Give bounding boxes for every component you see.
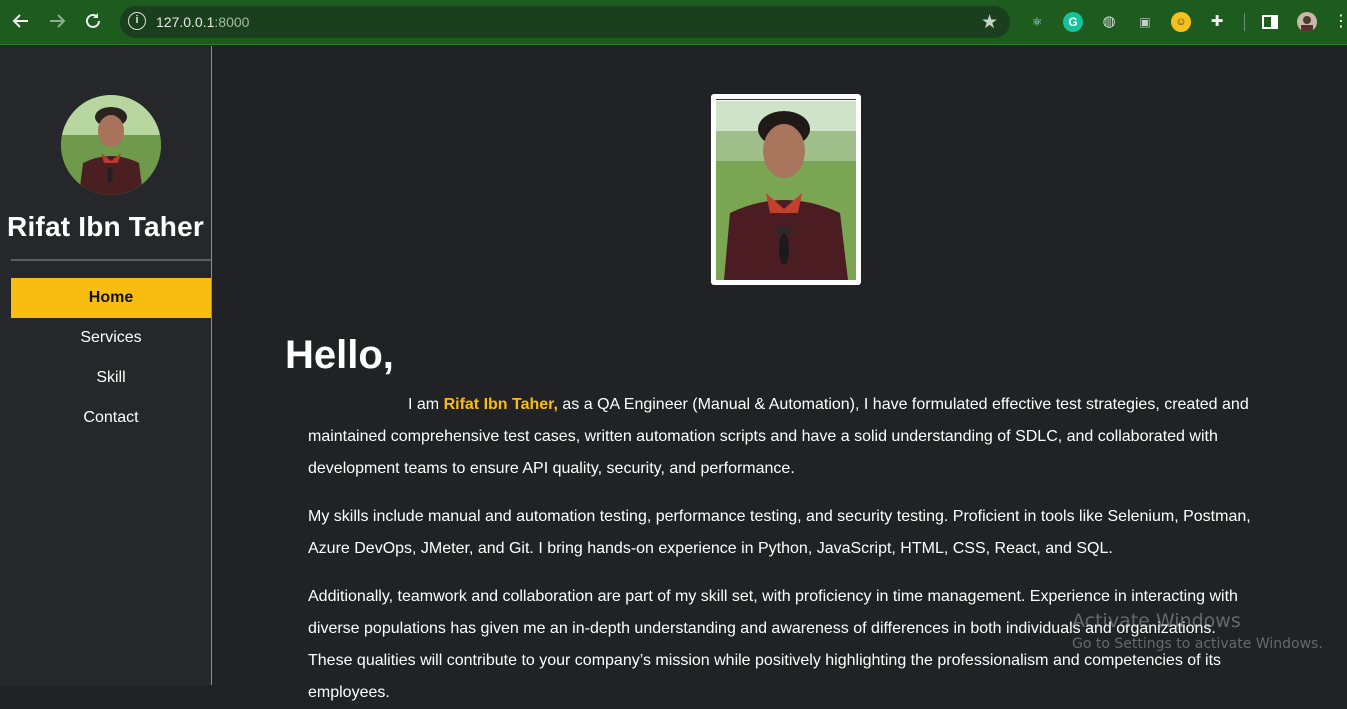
- main-content: Hello, I am Rifat Ibn Taher, as a QA Eng…: [212, 46, 1347, 701]
- profile-photo-card: [711, 94, 861, 285]
- intro-prefix: I am: [408, 396, 444, 413]
- highlight-name: Rifat Ibn Taher,: [443, 396, 558, 413]
- nav-contact[interactable]: Contact: [11, 398, 211, 438]
- skills-paragraph: My skills include manual and automation …: [308, 508, 1251, 557]
- activation-watermark-title: Activate Windows: [1072, 610, 1241, 632]
- sidebar: Rifat Ibn Taher Home Services Skill Cont…: [0, 46, 212, 685]
- toolbar-divider: [1244, 13, 1245, 31]
- address-bar[interactable]: i 127.0.0.1:8000 ★: [120, 6, 1010, 38]
- back-icon[interactable]: [9, 9, 33, 33]
- emoji-extension-icon[interactable]: ☺: [1171, 12, 1191, 32]
- profile-name: Rifat Ibn Taher: [7, 211, 204, 242]
- sidebar-menu: Home Services Skill Contact: [11, 278, 211, 438]
- photo-top-line: [716, 99, 856, 100]
- intro-paragraph: I am Rifat Ibn Taher, as a QA Engineer (…: [308, 389, 1258, 485]
- reload-icon[interactable]: [81, 9, 105, 33]
- forward-icon[interactable]: [45, 9, 69, 33]
- nav-home[interactable]: Home: [11, 278, 211, 318]
- extensions-puzzle-icon[interactable]: ✚: [1207, 12, 1227, 32]
- sidebar-divider: [11, 259, 211, 261]
- url-text: 127.0.0.1:8000: [156, 14, 250, 30]
- globe-extension-icon[interactable]: ◍: [1099, 12, 1119, 32]
- bookmark-star-icon[interactable]: ★: [981, 11, 998, 34]
- camera-extension-icon[interactable]: ▣: [1135, 12, 1155, 32]
- profile-avatar[interactable]: [1297, 12, 1317, 32]
- react-devtools-icon[interactable]: ⚛: [1027, 12, 1047, 32]
- side-panel-icon[interactable]: [1260, 12, 1280, 32]
- grammarly-icon[interactable]: G: [1063, 12, 1083, 32]
- nav-services[interactable]: Services: [11, 318, 211, 358]
- browser-toolbar: i 127.0.0.1:8000 ★ ⚛ G ◍ ▣ ☺ ✚ ⋮: [0, 0, 1347, 45]
- nav-skill[interactable]: Skill: [11, 358, 211, 398]
- greeting-heading: Hello,: [285, 333, 394, 377]
- site-info-icon[interactable]: i: [128, 12, 146, 30]
- profile-photo: [716, 101, 856, 280]
- sidebar-avatar: [61, 95, 161, 195]
- activation-watermark-subtitle: Go to Settings to activate Windows.: [1072, 636, 1323, 652]
- menu-kebab-icon[interactable]: ⋮: [1333, 12, 1347, 32]
